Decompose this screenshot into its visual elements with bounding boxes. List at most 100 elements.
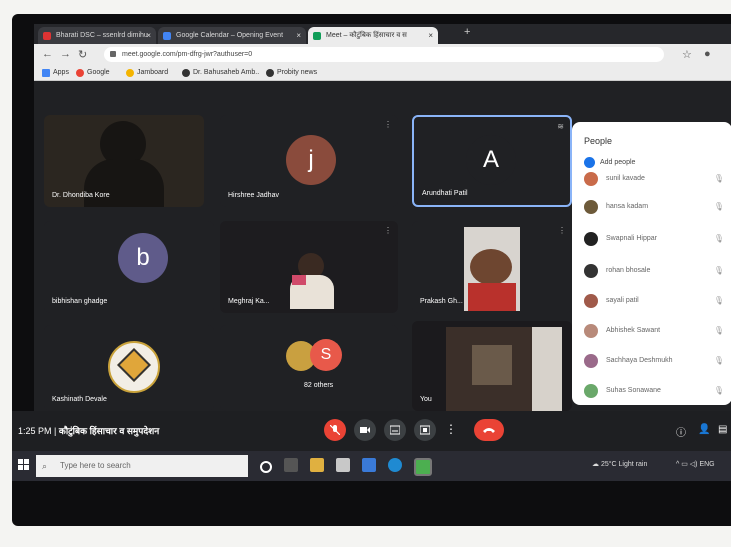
bookmark-label: Apps [53,69,69,76]
new-tab-button[interactable]: + [464,26,470,38]
bookmarks-bar: Apps Google Jamboard Dr. Bahusaheb Amb..… [34,66,731,81]
participant-tile-active[interactable]: A ≋ Arundhati Patil [412,115,572,207]
taskbar-search-box[interactable]: ⌕ Type here to search [36,455,248,477]
self-video [532,327,562,411]
star-icon[interactable]: ☆ [682,48,692,61]
avatar: S [310,339,342,371]
more-vert-icon: ⋮ [445,422,457,436]
participant-tile[interactable]: j ⋮ Hirshree Jadhav [220,115,398,207]
avatar [584,264,598,278]
participant-video [470,249,512,285]
participant-row-name: Abhishek Sawant [606,327,661,334]
participant-row-name: Suhas Sonawane [606,387,661,394]
participant-name: You [420,396,432,403]
back-icon[interactable]: ← [42,48,53,60]
hang-up-icon [483,428,495,433]
tab-bharati[interactable]: Bharati DSC – ssenlrd dimihu × [38,27,156,44]
add-people-button[interactable]: Add people [584,157,635,168]
participant-tile[interactable]: ⋮ Prakash Gh... [412,221,572,313]
participant-video [468,283,516,311]
bookmark-apps[interactable]: Apps [42,67,69,79]
bookmark-ambedkar[interactable]: Dr. Bahusaheb Amb.. [182,67,259,79]
camera-toggle-button[interactable] [354,419,376,441]
bookmark-google[interactable]: Google [76,67,110,79]
url-field[interactable]: meet.google.com/pm-dfrg-jwr?authuser=0 [104,47,664,62]
bookmark-label: Dr. Bahusaheb Amb.. [193,69,260,76]
avatar [584,200,598,214]
avatar [584,354,598,368]
mail-icon[interactable] [362,458,376,472]
windows-start-icon[interactable] [18,459,30,471]
avatar [584,232,598,246]
participant-tile-others[interactable]: S 82 others [220,325,398,411]
participant-tile[interactable]: b bibhishan ghadge [44,221,214,313]
mic-toggle-button[interactable] [324,419,346,441]
more-options-icon[interactable]: ⋮ [384,226,392,235]
participant-row[interactable]: hansa kadam 🎙 [584,200,724,216]
mic-off-icon: 🎙 [713,386,724,395]
present-screen-icon [420,425,430,435]
participant-row[interactable]: sunil kavade 🎙 [584,172,724,188]
forward-icon[interactable]: → [60,48,71,60]
tab-calendar[interactable]: Google Calendar – Opening Event × [158,27,306,44]
system-tray[interactable]: ^ ▭ ◁) ENG [676,460,715,468]
task-view-icon[interactable] [284,458,298,472]
tab-meet[interactable]: Meet – कौटुंबिक हिंसाचार व स × [308,27,438,44]
store-icon[interactable] [336,458,350,472]
close-icon[interactable]: × [428,27,433,44]
participant-row-name: Sachhaya Deshmukh [606,357,673,364]
more-options-button[interactable]: ⋮ [442,419,457,441]
file-explorer-icon[interactable] [310,458,324,472]
participant-tile[interactable]: ⋮ Meghraj Ka... [220,221,398,313]
present-button[interactable] [414,419,436,441]
meet-control-bar: 1:25 PM | कौटुंबिक हिंसाचार व समुपदेशन ⋮… [12,411,731,451]
participant-row[interactable]: Sachhaya Deshmukh 🎙 [584,354,724,370]
camera-icon [360,427,370,433]
chrome-icon[interactable] [414,458,432,476]
browser-tab-bar: Bharati DSC – ssenlrd dimihu × Google Ca… [34,24,731,44]
mic-off-icon: 🎙 [713,234,724,243]
info-icon[interactable]: ⓘ [676,424,686,439]
participant-row-name: sunil kavade [606,175,645,182]
close-icon[interactable]: × [296,27,301,44]
avatar [584,294,598,308]
more-options-icon[interactable]: ⋮ [384,120,392,129]
participant-name: bibhishan ghadge [52,298,108,305]
people-icon[interactable]: 👤 [698,424,710,435]
weather-widget[interactable]: ☁ 25°C Light rain [592,460,647,468]
profile-icon[interactable]: ● [704,48,711,60]
add-person-icon [584,157,595,168]
participant-row[interactable]: sayali patil 🎙 [584,294,724,310]
participant-tile[interactable]: Dr. Dhondiba Kore [44,115,204,207]
bookmark-label: Probity news [277,69,318,76]
meeting-title: कौटुंबिक हिंसाचार व समुपदेशन [58,426,160,436]
edge-icon[interactable] [388,458,402,472]
mic-off-icon: 🎙 [713,356,724,365]
captions-button[interactable] [384,419,406,441]
more-options-icon[interactable]: ⋮ [558,226,566,235]
close-icon[interactable]: × [146,27,151,44]
participant-row[interactable]: Suhas Sonawane 🎙 [584,384,724,400]
chat-icon[interactable]: ▤ [718,424,727,435]
participant-name: Hirshree Jadhav [228,192,279,199]
participant-row[interactable]: Abhishek Sawant 🎙 [584,324,724,340]
mic-off-icon: 🎙 [713,326,724,335]
leave-call-button[interactable] [474,419,504,441]
bookmark-probity[interactable]: Probity news [266,67,317,79]
search-placeholder: Type here to search [60,461,131,470]
participant-row[interactable]: Swapnali Hippar 🎙 [584,232,724,248]
mic-off-icon [330,425,340,435]
avatar [584,324,598,338]
self-view-tile[interactable]: You [412,321,572,411]
apps-icon [42,69,50,77]
reload-icon[interactable]: ↻ [78,48,87,61]
participant-row-name: rohan bhosale [606,267,651,274]
participant-row-name: sayali patil [606,297,639,304]
participant-row[interactable]: rohan bhosale 🎙 [584,264,724,280]
tab-label: Bharati DSC – ssenlrd dimihu [56,32,148,39]
participant-tile[interactable]: Kashinath Devale [44,325,214,411]
url-text: meet.google.com/pm-dfrg-jwr?authuser=0 [122,51,253,58]
bookmark-jamboard[interactable]: Jamboard [126,67,168,79]
cortana-icon[interactable] [260,461,272,473]
calendar-icon [163,32,171,40]
